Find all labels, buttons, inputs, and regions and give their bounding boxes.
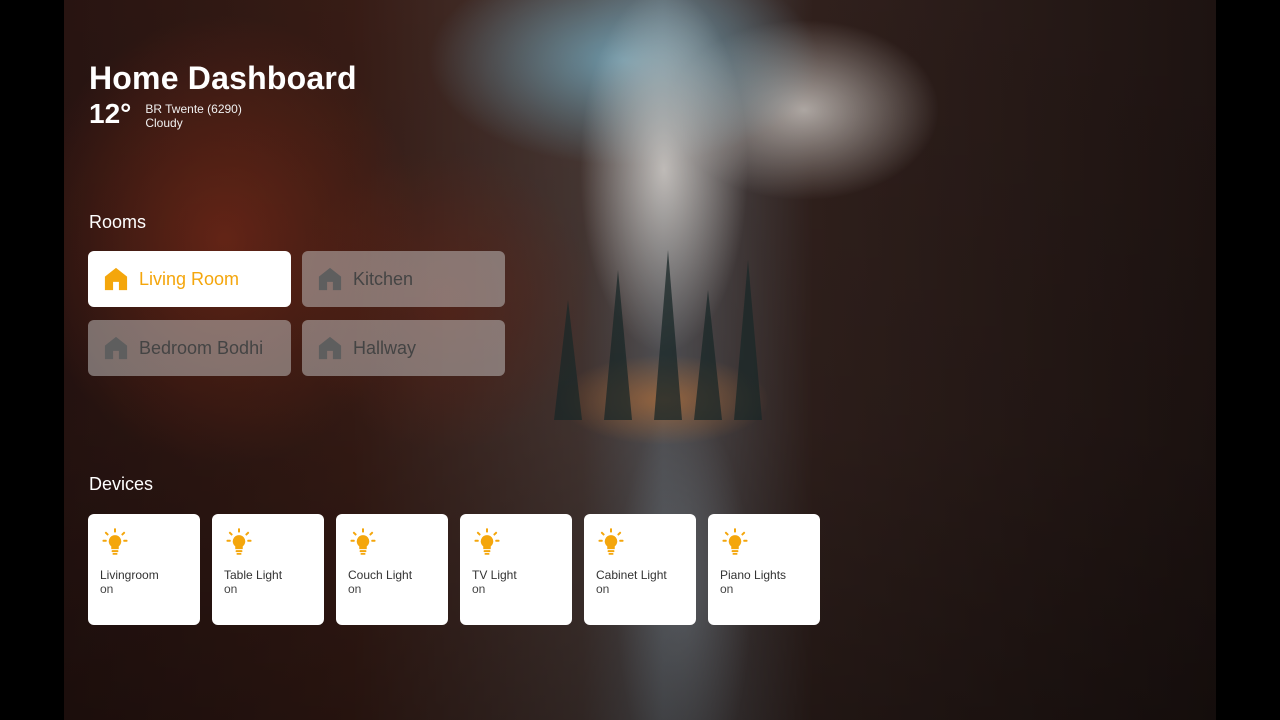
room-label: Kitchen (353, 268, 414, 289)
weather-station: BR Twente (6290) (145, 102, 242, 116)
device-name: Cabinet Light (596, 568, 667, 582)
device-state: on (472, 582, 486, 596)
device-state: on (720, 582, 734, 596)
lightbulb-icon (350, 528, 376, 555)
device-state: on (224, 582, 238, 596)
room-card-hallway[interactable]: Hallway (302, 320, 505, 376)
room-card-living-room[interactable]: Living Room (88, 251, 291, 307)
device-card-livingroom[interactable]: Livingroom on (88, 514, 200, 625)
lightbulb-icon (474, 528, 500, 555)
home-icon (318, 336, 342, 360)
device-card-piano-lights[interactable]: Piano Lights on (708, 514, 820, 625)
device-name: Piano Lights (720, 568, 787, 582)
room-card-kitchen[interactable]: Kitchen (302, 251, 505, 307)
device-card-tv-light[interactable]: TV Light on (460, 514, 572, 625)
lightbulb-icon (722, 528, 748, 555)
device-state: on (348, 582, 362, 596)
room-label: Bedroom Bodhi (139, 337, 264, 358)
weather-temperature: 12° (89, 98, 132, 129)
weather-widget[interactable]: 12° BR Twente (6290) Cloudy (89, 98, 242, 130)
room-label: Hallway (353, 337, 417, 358)
device-name: Couch Light (348, 568, 413, 582)
device-card-couch-light[interactable]: Couch Light on (336, 514, 448, 625)
device-name: TV Light (472, 568, 517, 582)
device-card-table-light[interactable]: Table Light on (212, 514, 324, 625)
device-card-cabinet-light[interactable]: Cabinet Light on (584, 514, 696, 625)
devices-heading: Devices (89, 474, 154, 494)
device-name: Livingroom (100, 568, 159, 582)
room-card-bedroom-bodhi[interactable]: Bedroom Bodhi (88, 320, 291, 376)
device-state: on (596, 582, 610, 596)
home-icon (104, 267, 128, 291)
room-label: Living Room (139, 268, 240, 289)
device-name: Table Light (224, 568, 283, 582)
rooms-heading: Rooms (89, 212, 147, 232)
rooms-grid: Living Room Kitchen Bedroom Bodhi Hallwa… (88, 251, 505, 376)
device-state: on (100, 582, 114, 596)
weather-condition: Cloudy (145, 116, 183, 130)
home-icon (104, 336, 128, 360)
lightbulb-icon (226, 528, 252, 555)
lightbulb-icon (102, 528, 128, 555)
lightbulb-icon (598, 528, 624, 555)
home-icon (318, 267, 342, 291)
devices-row: Livingroom on Table Light on Couch Light… (88, 514, 820, 625)
page-title: Home Dashboard (89, 60, 357, 96)
